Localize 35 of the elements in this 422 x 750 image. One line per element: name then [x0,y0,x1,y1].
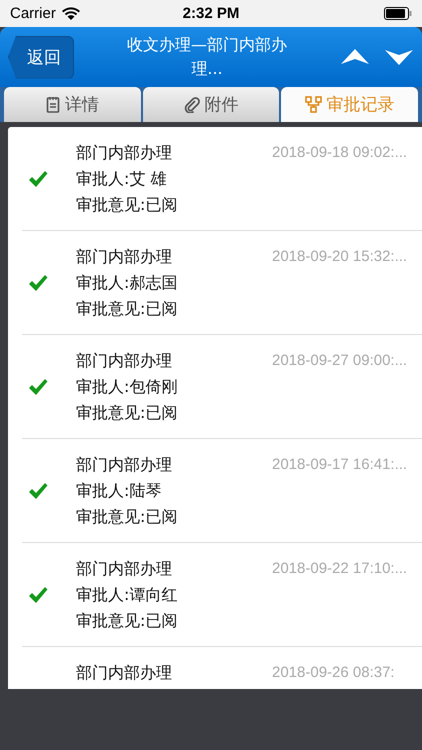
opinion-text: 审批意见:已阅 [76,194,178,216]
opinion-text: 审批意见:已阅 [76,298,178,320]
flowchart-icon [304,96,322,113]
paperclip-icon [184,96,200,113]
step-name: 部门内部办理 [76,246,172,268]
record-time: 2018-09-27 09:00:... [272,351,408,371]
up-arrow-icon[interactable] [340,47,370,67]
wifi-icon [60,6,81,21]
record-time: 2018-09-17 16:41:... [272,455,408,475]
tab[interactable]: 详情 [4,87,141,122]
approver-text: 审批人:艾 雄 [76,168,166,190]
tab[interactable]: 附件 [142,87,280,122]
approver-text: 审批人:陆琴 [76,480,162,502]
opinion-text: 审批意见:已阅 [76,402,178,424]
opinion-text: 审批意见:已阅 [76,610,178,632]
notepad-icon [46,96,60,113]
record-time: 2018-09-20 15:32:... [272,247,408,267]
battery-icon [384,7,412,20]
carrier-label: Carrier [10,5,56,22]
record-time: 2018-09-18 09:02:... [272,143,408,163]
record-time: 2018-09-26 08:37: [272,663,395,683]
back-button[interactable]: 返回 [8,36,74,78]
step-name: 部门内部办理 [76,350,172,372]
down-arrow-icon[interactable] [384,47,414,67]
step-name: 部门内部办理 [76,454,172,476]
record-time: 2018-09-22 17:10:... [272,559,408,579]
clock-time: 2:32 PM [182,5,240,22]
step-name: 部门内部办理 [76,142,172,164]
step-name: 部门内部办理 [76,662,172,684]
opinion-text: 审批意见:已阅 [76,506,178,528]
page-title: 收文办理—部门内部办理... [126,34,288,80]
approver-text: 审批人:谭向红 [76,584,178,606]
approver-text: 审批人:郝志国 [76,272,178,294]
step-name: 部门内部办理 [76,558,172,580]
approver-text: 审批人:包倚刚 [76,376,178,398]
